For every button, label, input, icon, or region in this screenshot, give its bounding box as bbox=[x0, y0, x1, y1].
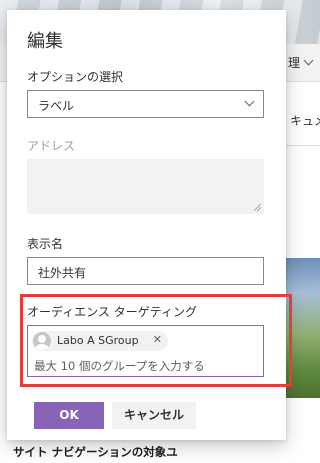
panel-title: 編集 bbox=[27, 31, 63, 52]
highlight-frame bbox=[20, 294, 292, 387]
address-label: アドレス bbox=[27, 139, 76, 153]
option-dropdown[interactable]: ラベル bbox=[27, 90, 264, 118]
divider bbox=[286, 145, 320, 146]
display-name-value: 社外共有 bbox=[38, 266, 87, 280]
resize-grip-icon[interactable] bbox=[254, 204, 261, 211]
documents-link[interactable]: キュメ bbox=[290, 112, 320, 129]
option-select-label: オプションの選択 bbox=[27, 70, 124, 84]
chevron-down-icon bbox=[303, 55, 314, 66]
manage-menu[interactable]: 理 bbox=[288, 54, 314, 71]
option-dropdown-value: ラベル bbox=[38, 99, 75, 113]
ok-button[interactable]: OK bbox=[34, 402, 104, 429]
section-heading: サイト ナビゲーションの対象ユ bbox=[13, 445, 178, 459]
manage-menu-label: 理 bbox=[288, 56, 301, 70]
display-name-label: 表示名 bbox=[27, 237, 64, 251]
display-name-input[interactable]: 社外共有 bbox=[27, 257, 264, 285]
chevron-down-icon bbox=[244, 96, 255, 107]
cancel-button[interactable]: キャンセル bbox=[112, 402, 196, 429]
address-textarea[interactable] bbox=[27, 159, 264, 214]
